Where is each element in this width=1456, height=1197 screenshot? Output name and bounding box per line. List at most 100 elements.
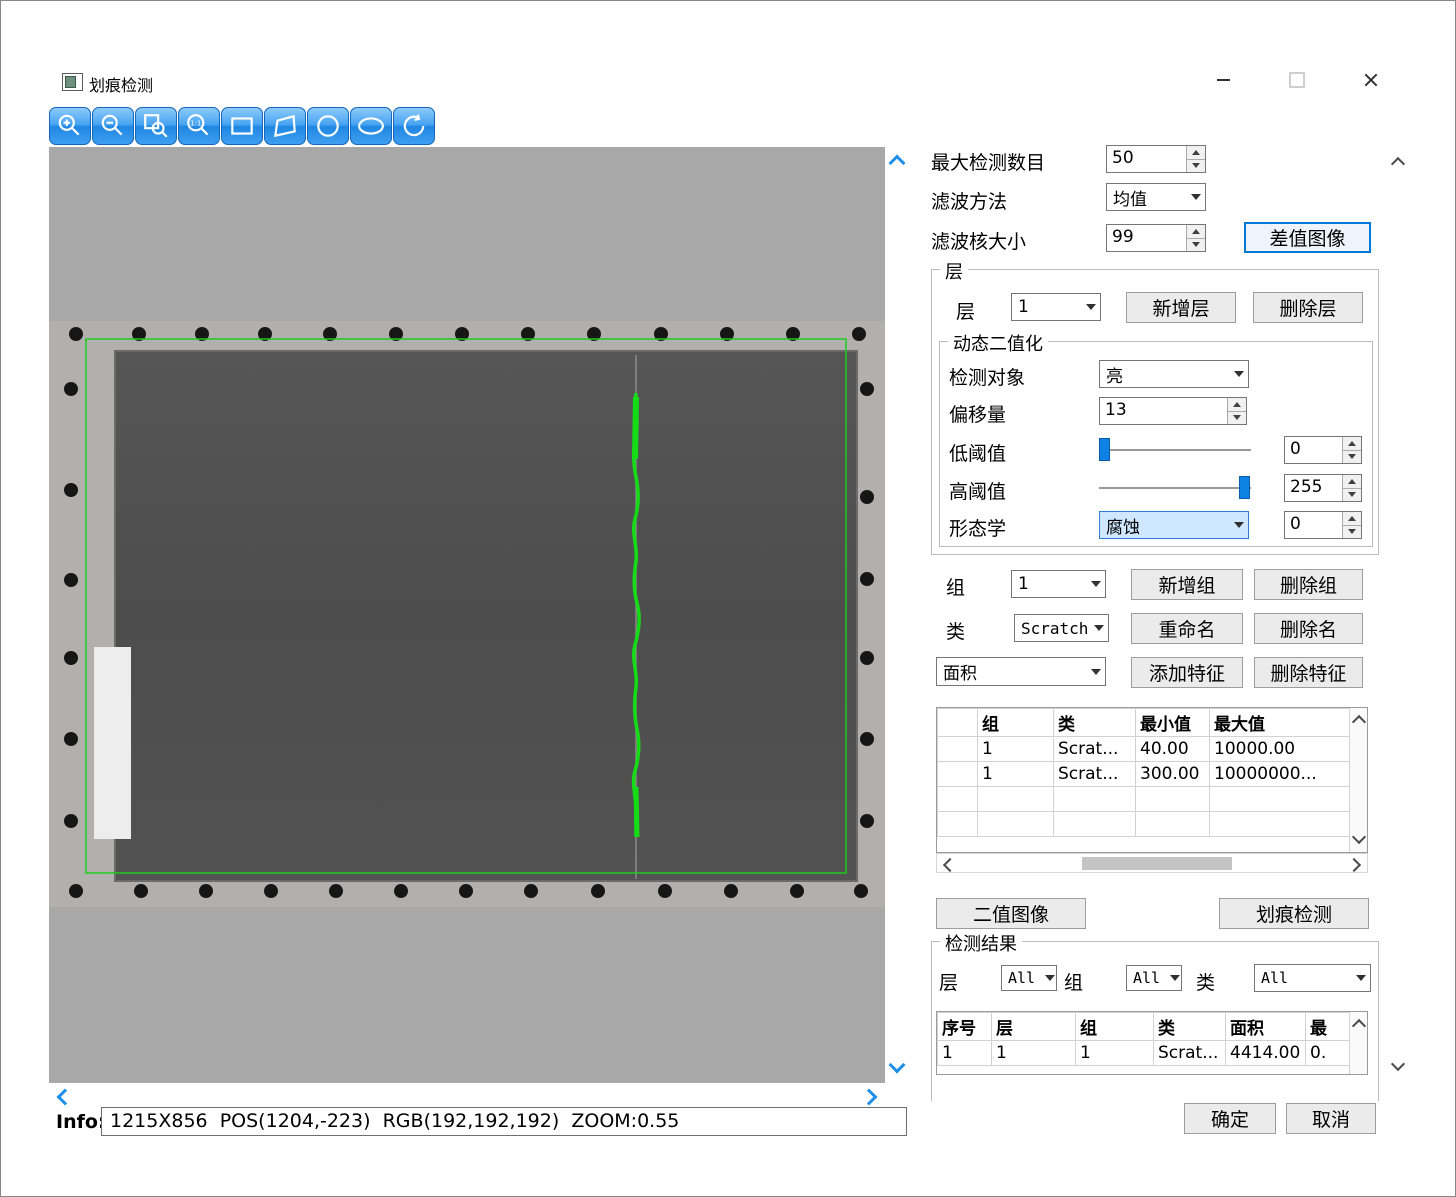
add-group-button[interactable]: 新增组 (1131, 569, 1243, 600)
class-combo[interactable]: Scratch (1014, 614, 1109, 642)
roi-polygon-button[interactable] (264, 107, 306, 145)
panel-scrollbar[interactable] (1387, 147, 1409, 1083)
scroll-down-icon[interactable] (1391, 1057, 1405, 1071)
results-group-combo[interactable]: All (1126, 965, 1182, 991)
spin-down-icon[interactable] (1343, 489, 1361, 502)
detect-target-label: 检测对象 (949, 363, 1025, 390)
cancel-button[interactable]: 取消 (1286, 1103, 1376, 1134)
cell (978, 787, 1054, 812)
scroll-down-icon[interactable] (1352, 830, 1366, 844)
scratch-detect-button[interactable]: 划痕检测 (1219, 898, 1369, 929)
high-threshold-slider[interactable] (1099, 476, 1251, 500)
max-count-value: 50 (1107, 146, 1186, 172)
scroll-up-icon[interactable] (889, 155, 906, 172)
cell: 300.00 (1136, 762, 1210, 787)
close-button[interactable] (1348, 63, 1394, 97)
zoom-in-button[interactable] (49, 107, 91, 145)
chevron-down-icon (1187, 184, 1205, 210)
zoom-window-button[interactable] (135, 107, 177, 145)
spin-up-icon[interactable] (1228, 398, 1246, 412)
low-threshold-slider[interactable] (1099, 438, 1251, 462)
scroll-left-icon[interactable] (943, 858, 957, 872)
viewer-vertical-scrollbar[interactable] (885, 147, 909, 1083)
zoom-1-1-button[interactable]: 1:1 (178, 107, 220, 145)
group-label: 组 (946, 573, 965, 600)
scroll-up-icon[interactable] (1391, 157, 1405, 171)
spin-down-icon[interactable] (1187, 160, 1205, 173)
ok-button[interactable]: 确定 (1184, 1103, 1276, 1134)
table-row[interactable]: 1 Scrat... 300.00 10000000... (938, 762, 1352, 787)
spin-down-icon[interactable] (1228, 412, 1246, 425)
maximize-button[interactable] (1274, 63, 1320, 97)
slider-track (1099, 487, 1251, 489)
delete-layer-button[interactable]: 删除层 (1253, 292, 1363, 323)
group-value: 1 (1012, 574, 1087, 594)
col-class: 类 (1154, 1013, 1226, 1041)
scroll-up-icon[interactable] (1352, 715, 1366, 729)
col-group: 组 (1076, 1013, 1154, 1041)
zoom-out-button[interactable] (92, 107, 134, 145)
spin-down-icon[interactable] (1343, 526, 1361, 539)
table-row[interactable] (938, 787, 1352, 812)
scroll-right-icon[interactable] (1347, 858, 1361, 872)
spin-up-icon[interactable] (1187, 146, 1205, 160)
slider-handle[interactable] (1099, 438, 1110, 461)
slider-handle[interactable] (1239, 476, 1250, 499)
add-layer-button[interactable]: 新增层 (1126, 292, 1236, 323)
results-table-header: 序号 层 组 类 面积 最 (938, 1013, 1352, 1041)
roi-rotate-button[interactable] (393, 107, 435, 145)
col-index: 序号 (938, 1013, 992, 1041)
morphology-spin[interactable]: 0 (1284, 511, 1362, 539)
viewer-toolbar: 1:1 (49, 107, 435, 145)
layer-label: 层 (956, 297, 975, 324)
cell: Scrat... (1054, 762, 1136, 787)
table-row[interactable]: 1 1 1 Scrat... 4414.00 0. (938, 1041, 1352, 1066)
spin-up-icon[interactable] (1343, 475, 1361, 489)
spin-up-icon[interactable] (1343, 437, 1361, 451)
feature-table-hscroll[interactable] (936, 853, 1368, 873)
feature-combo[interactable]: 面积 (936, 657, 1106, 686)
morphology-combo[interactable]: 腐蚀 (1099, 511, 1249, 539)
add-feature-button[interactable]: 添加特征 (1131, 657, 1243, 688)
kernel-size-spin[interactable]: 99 (1106, 224, 1206, 252)
delete-group-button[interactable]: 删除组 (1254, 569, 1363, 600)
spin-up-icon[interactable] (1187, 225, 1205, 239)
roi-rect-button[interactable] (221, 107, 263, 145)
scroll-down-icon[interactable] (889, 1057, 906, 1074)
minimize-button[interactable] (1200, 63, 1246, 97)
delete-class-button[interactable]: 删除名 (1254, 613, 1363, 644)
roi-circle-button[interactable] (307, 107, 349, 145)
binary-image-button[interactable]: 二值图像 (936, 898, 1086, 929)
cell (938, 762, 978, 787)
table-row[interactable]: 1 Scrat... 40.00 10000.00 (938, 737, 1352, 762)
spin-down-icon[interactable] (1187, 239, 1205, 252)
roi-ellipse-button[interactable] (350, 107, 392, 145)
filter-method-combo[interactable]: 均值 (1106, 183, 1206, 211)
scroll-left-icon[interactable] (57, 1089, 74, 1106)
rename-class-button[interactable]: 重命名 (1131, 613, 1243, 644)
viewer-horizontal-scrollbar[interactable] (49, 1085, 885, 1107)
col-area: 面积 (1226, 1013, 1306, 1041)
high-threshold-spin[interactable]: 255 (1284, 474, 1362, 502)
delete-feature-button[interactable]: 删除特征 (1254, 657, 1363, 688)
detect-target-combo[interactable]: 亮 (1099, 360, 1249, 388)
results-layer-combo[interactable]: All (1001, 965, 1057, 991)
low-threshold-spin[interactable]: 0 (1284, 436, 1362, 464)
class-value: Scratch (1015, 619, 1090, 638)
diff-image-button[interactable]: 差值图像 (1244, 222, 1371, 253)
feature-table-vscroll[interactable] (1349, 708, 1367, 852)
scrollbar-thumb[interactable] (1082, 857, 1232, 870)
layer-combo[interactable]: 1 (1011, 293, 1101, 321)
group-combo[interactable]: 1 (1011, 570, 1106, 598)
results-table-vscroll[interactable] (1349, 1012, 1367, 1074)
scroll-right-icon[interactable] (861, 1089, 878, 1106)
offset-spin[interactable]: 13 (1099, 397, 1247, 425)
spin-up-icon[interactable] (1343, 512, 1361, 526)
cell (1054, 787, 1136, 812)
results-class-combo[interactable]: All (1254, 964, 1371, 992)
scroll-up-icon[interactable] (1352, 1019, 1366, 1033)
max-count-spin[interactable]: 50 (1106, 145, 1206, 173)
table-row[interactable] (938, 812, 1352, 837)
image-viewer[interactable] (49, 147, 885, 1083)
spin-down-icon[interactable] (1343, 451, 1361, 464)
